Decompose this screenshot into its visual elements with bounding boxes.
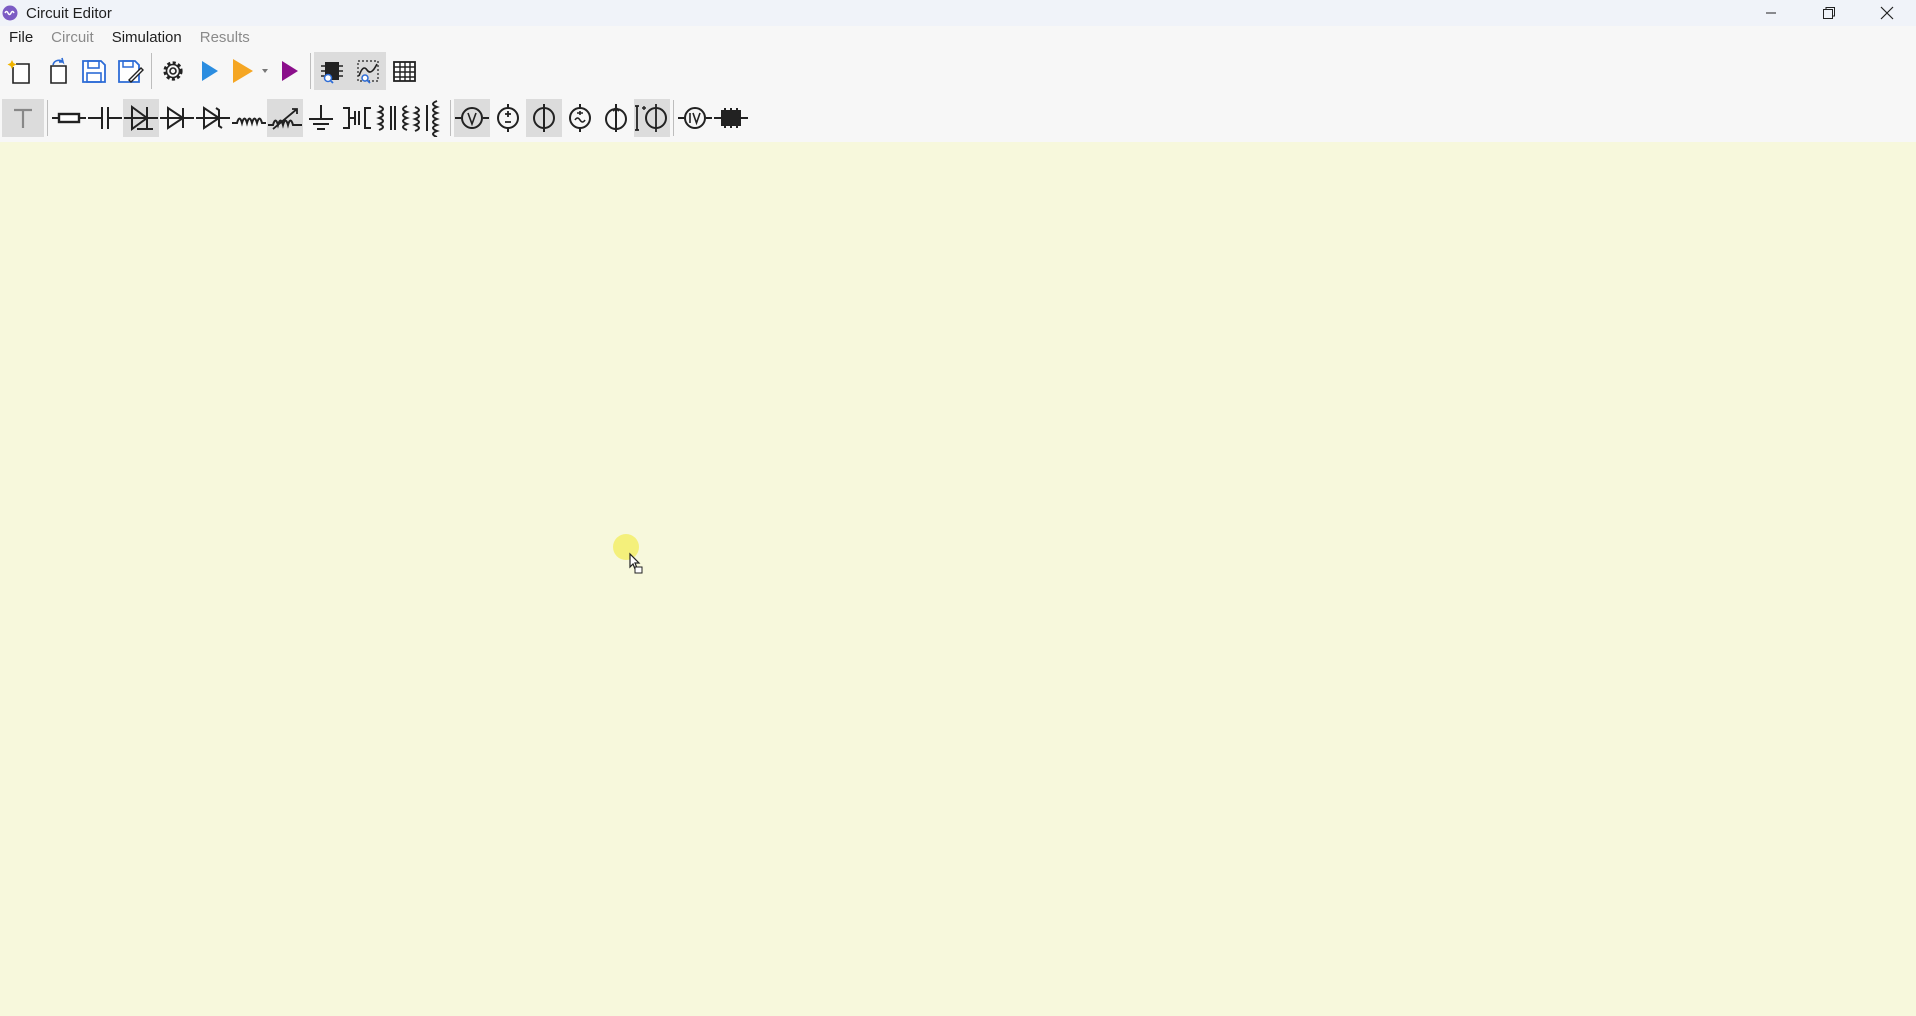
table-icon <box>393 61 416 82</box>
diode-reverse-button[interactable] <box>159 99 195 137</box>
close-icon <box>1880 6 1894 20</box>
run-step-button[interactable] <box>271 52 307 90</box>
inductor-icon <box>232 117 266 127</box>
zener-diode-icon <box>196 106 230 130</box>
maximize-icon <box>1823 7 1835 19</box>
iv-meter-button[interactable] <box>677 99 713 137</box>
toolbar-separator <box>47 100 48 136</box>
run-button[interactable] <box>191 52 227 90</box>
component-inspector-button[interactable] <box>314 52 350 90</box>
diode-button[interactable] <box>123 99 159 137</box>
new-file-icon <box>7 60 30 84</box>
current-source-button[interactable] <box>526 99 562 137</box>
transformer-icon <box>376 105 410 131</box>
diode-reverse-icon <box>160 106 194 130</box>
close-button[interactable] <box>1858 0 1916 26</box>
controlled-source-icon <box>605 104 627 132</box>
minimize-button[interactable] <box>1742 0 1800 26</box>
chip-button[interactable] <box>713 99 749 137</box>
ground-button[interactable] <box>303 99 339 137</box>
toolbar-separator <box>151 53 152 89</box>
voltage-source-icon <box>497 104 519 132</box>
components-toolbar <box>0 94 1916 142</box>
menu-circuit[interactable]: Circuit <box>42 29 103 46</box>
settings-button[interactable] <box>155 52 191 90</box>
iv-meter-icon <box>678 107 712 129</box>
save-button[interactable] <box>76 52 112 90</box>
transformer-coupled-icon <box>412 100 440 137</box>
resistor-icon <box>52 112 86 124</box>
zener-diode-button[interactable] <box>195 99 231 137</box>
new-file-button[interactable] <box>4 52 40 90</box>
toolbar-separator <box>673 100 674 136</box>
capacitor-icon <box>88 107 122 129</box>
circuit-app-icon <box>2 5 18 21</box>
save-as-button[interactable] <box>112 52 148 90</box>
voltage-source-button[interactable] <box>490 99 526 137</box>
diode-icon <box>124 105 158 131</box>
open-file-icon <box>50 57 67 84</box>
controlled-source-button[interactable] <box>598 99 634 137</box>
variable-inductor-icon <box>268 108 302 130</box>
minimize-icon <box>1766 12 1776 14</box>
run-with-options-icon <box>233 59 253 83</box>
settings-gear-icon <box>163 61 183 81</box>
variable-inductor-button[interactable] <box>267 99 303 137</box>
menu-bar: File Circuit Simulation Results <box>0 26 1916 48</box>
main-toolbar <box>0 48 1916 94</box>
text-tool-button[interactable] <box>2 99 44 137</box>
maximize-button[interactable] <box>1800 0 1858 26</box>
text-tool-icon <box>14 108 32 128</box>
run-icon <box>202 61 218 81</box>
voltmeter-icon <box>455 107 489 129</box>
toolbar-separator <box>310 53 311 89</box>
run-with-options-button[interactable] <box>227 52 259 90</box>
voltmeter-button[interactable] <box>454 99 490 137</box>
current-source-icon <box>533 104 555 132</box>
menu-simulation[interactable]: Simulation <box>103 29 191 46</box>
open-file-button[interactable] <box>40 52 76 90</box>
transformer-coupled-button[interactable] <box>411 99 447 137</box>
pointer-with-highlight-icon <box>613 534 643 574</box>
resistor-button[interactable] <box>51 99 87 137</box>
transformer-button[interactable] <box>375 99 411 137</box>
variable-source-icon <box>635 104 667 132</box>
window-title: Circuit Editor <box>26 4 112 22</box>
circuit-canvas[interactable] <box>0 142 1916 1016</box>
run-step-icon <box>282 61 298 81</box>
title-bar: Circuit Editor <box>0 0 1916 26</box>
toolbar-separator <box>450 100 451 136</box>
menu-file[interactable]: File <box>0 29 42 46</box>
switch-icon <box>343 107 371 129</box>
dropdown-arrow-icon <box>262 69 268 73</box>
table-button[interactable] <box>386 52 422 90</box>
probe-button[interactable] <box>350 52 386 90</box>
capacitor-button[interactable] <box>87 99 123 137</box>
ac-source-icon <box>569 104 591 132</box>
ground-icon <box>309 105 333 130</box>
switch-button[interactable] <box>339 99 375 137</box>
probe-icon <box>357 60 379 84</box>
inductor-button[interactable] <box>231 99 267 137</box>
ac-source-button[interactable] <box>562 99 598 137</box>
variable-source-button[interactable] <box>634 99 670 137</box>
run-dropdown-button[interactable] <box>259 52 271 90</box>
chip-icon <box>714 108 748 128</box>
component-inspector-icon <box>321 62 343 84</box>
save-icon <box>82 60 106 83</box>
save-as-icon <box>118 60 144 83</box>
menu-results[interactable]: Results <box>191 29 259 46</box>
